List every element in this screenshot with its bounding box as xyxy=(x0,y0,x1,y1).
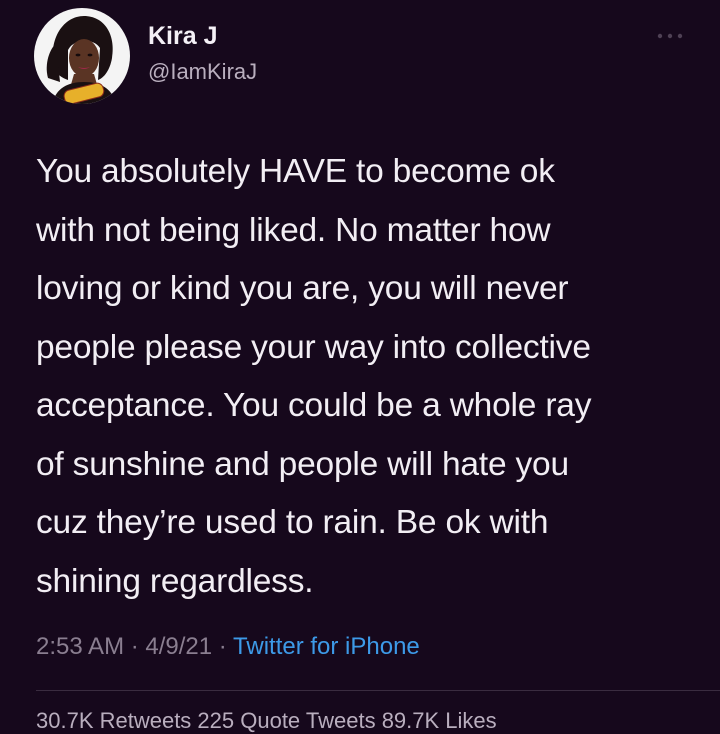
tweet-text-line: of sunshine and people will hate you xyxy=(36,445,569,483)
meta-separator: · xyxy=(124,633,146,660)
tweet-text: You absolutely HAVE to become ok with no… xyxy=(36,143,696,611)
tweet-text-line: cuz they’re used to rain. Be ok with xyxy=(36,504,549,541)
more-options-button[interactable] xyxy=(650,24,690,48)
tweet-text-line: people please your way into collective xyxy=(36,328,591,366)
tweet-text-line: loving or kind you are, you will never xyxy=(36,270,569,307)
tweet-text-line: You absolutely HAVE to become ok xyxy=(36,153,555,190)
tweet-source-link[interactable]: Twitter for iPhone xyxy=(233,633,420,660)
tweet-text-line: acceptance. You could be a whole ray xyxy=(36,387,592,424)
divider xyxy=(36,690,720,691)
tweet-text-line: shining regardless. xyxy=(36,562,314,600)
tweet-time[interactable]: 2:53 AM xyxy=(36,633,124,660)
tweet-metadata: 2:53 AM · 4/9/21 · Twitter for iPhone xyxy=(36,633,420,661)
tweet-text-line: with not being liked. No matter how xyxy=(36,211,551,249)
author-handle[interactable]: @IamKiraJ xyxy=(148,59,257,85)
avatar-image xyxy=(34,8,130,104)
more-horizontal-icon xyxy=(657,33,683,39)
tweet-date[interactable]: 4/9/21 xyxy=(145,633,212,660)
tweet-stats[interactable]: 30.7K Retweets 225 Quote Tweets 89.7K Li… xyxy=(36,708,497,734)
meta-separator: · xyxy=(212,633,234,660)
author-display-name[interactable]: Kira J xyxy=(148,22,217,51)
author-avatar[interactable] xyxy=(34,8,130,104)
